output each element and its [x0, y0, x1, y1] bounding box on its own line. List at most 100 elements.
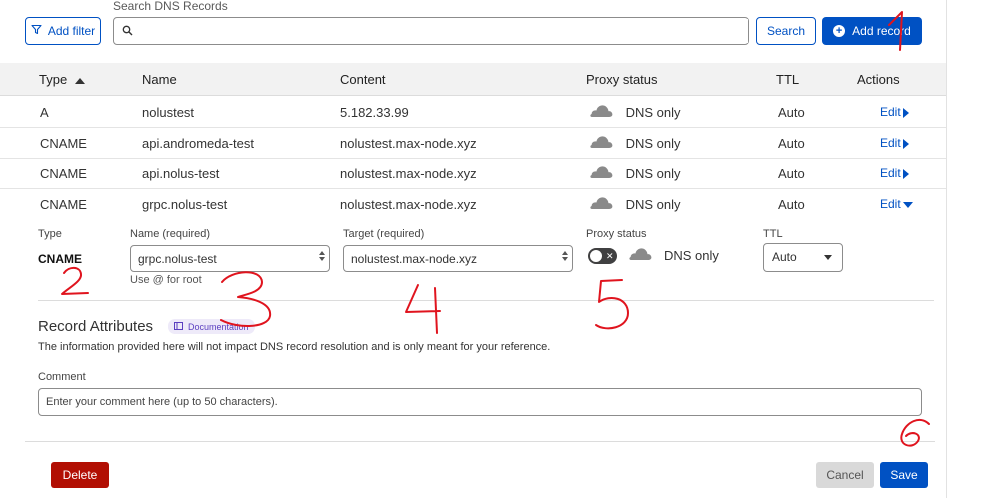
target-field[interactable]: nolustest.max-node.xyz [343, 245, 573, 272]
type-label: Type [38, 228, 62, 240]
row-ttl: Auto [778, 105, 805, 120]
row-content: nolustest.max-node.xyz [340, 136, 477, 151]
ttl-label: TTL [763, 228, 783, 240]
sort-ascending-icon [74, 77, 85, 84]
row-name: api.andromeda-test [142, 136, 255, 151]
annotation-5 [595, 279, 629, 330]
row-ttl: Auto [778, 136, 805, 151]
search-button[interactable]: Search [756, 17, 816, 45]
ttl-value: Auto [772, 250, 797, 264]
header-actions: Actions [857, 72, 900, 87]
row-type: CNAME [40, 197, 87, 212]
proxy-toggle[interactable]: ✕ [588, 248, 617, 264]
target-value: nolustest.max-node.xyz [351, 251, 478, 266]
documentation-label: Documentation [188, 321, 249, 332]
table-header: Type Name Content Proxy status TTL Actio… [0, 63, 946, 96]
target-spinner-icon[interactable] [562, 251, 568, 261]
table-row-expanded[interactable]: CNAME grpc.nolus-test nolustest.max-node… [0, 189, 946, 220]
cloud-icon [627, 247, 653, 264]
edit-label: Edit [880, 166, 901, 180]
toggle-off-icon: ✕ [606, 251, 614, 261]
record-attributes-title: Record Attributes [38, 318, 154, 335]
type-value: CNAME [38, 252, 82, 266]
row-proxy-status: DNS only [588, 97, 681, 128]
search-input[interactable] [141, 19, 748, 43]
add-record-label: Add record [852, 24, 911, 38]
edit-label: Edit [880, 136, 901, 150]
table-row[interactable]: CNAME api.andromeda-test nolustest.max-n… [0, 128, 946, 159]
caret-right-icon [902, 168, 909, 179]
table-row[interactable]: A nolustest 5.182.33.99 DNS only Auto Ed… [0, 97, 946, 128]
row-edit-link[interactable]: Edit [880, 128, 909, 159]
save-button[interactable]: Save [880, 462, 928, 488]
comment-input[interactable] [38, 388, 922, 416]
divider [25, 441, 935, 442]
cancel-button[interactable]: Cancel [816, 462, 874, 488]
caret-right-icon [902, 107, 909, 118]
name-hint: Use @ for root [130, 274, 202, 286]
row-name: grpc.nolus-test [142, 197, 228, 212]
name-label: Name (required) [130, 228, 211, 240]
proxy-status-text: DNS only [625, 197, 681, 212]
ttl-select[interactable]: Auto [763, 243, 843, 272]
add-filter-label: Add filter [47, 24, 96, 38]
search-icon [122, 24, 133, 39]
edit-label: Edit [880, 197, 901, 211]
header-type[interactable]: Type [39, 63, 85, 96]
table-row[interactable]: CNAME api.nolus-test nolustest.max-node.… [0, 158, 946, 189]
header-content[interactable]: Content [340, 63, 386, 96]
row-edit-link[interactable]: Edit [880, 97, 909, 128]
cloud-icon [588, 98, 614, 129]
row-name: api.nolus-test [142, 166, 220, 181]
header-name[interactable]: Name [142, 63, 177, 96]
divider [38, 300, 934, 301]
row-type: CNAME [40, 166, 87, 181]
row-content: nolustest.max-node.xyz [340, 197, 477, 212]
header-ttl[interactable]: TTL [776, 63, 799, 96]
annotation-4 [405, 284, 441, 334]
proxy-status-label: Proxy status [586, 228, 647, 240]
comment-label: Comment [38, 371, 86, 383]
add-record-button[interactable]: + Add record [822, 17, 922, 45]
name-spinner-icon[interactable] [319, 251, 325, 261]
search-label: Search DNS Records [113, 0, 228, 13]
row-ttl: Auto [778, 166, 805, 181]
add-filter-button[interactable]: Add filter [25, 17, 101, 45]
proxy-status-text: DNS only [625, 136, 681, 151]
row-proxy-status: DNS only [588, 189, 681, 220]
annotation-2 [61, 266, 89, 295]
proxy-status-text: DNS only [625, 166, 681, 181]
plus-circle-icon: + [833, 25, 846, 37]
cloud-icon [588, 190, 614, 221]
name-field[interactable]: grpc.nolus-test [130, 245, 330, 272]
chevron-down-icon [824, 255, 832, 260]
search-field[interactable] [113, 17, 749, 45]
caret-right-icon [902, 138, 909, 149]
cloud-icon [588, 159, 614, 190]
row-ttl: Auto [778, 197, 805, 212]
name-value: grpc.nolus-test [138, 251, 217, 266]
book-icon [174, 321, 183, 332]
documentation-link[interactable]: Documentation [168, 319, 255, 334]
header-type-label: Type [39, 72, 68, 87]
row-content: nolustest.max-node.xyz [340, 166, 477, 181]
delete-button[interactable]: Delete [51, 462, 109, 488]
cloud-icon [588, 129, 614, 160]
proxy-status-value: DNS only [664, 248, 719, 263]
row-proxy-status: DNS only [588, 128, 681, 159]
target-label: Target (required) [343, 228, 425, 240]
row-name: nolustest [142, 105, 195, 120]
row-type: A [40, 105, 49, 120]
toggle-knob [590, 250, 602, 262]
header-proxy-status[interactable]: Proxy status [586, 63, 658, 96]
filter-icon [31, 24, 42, 38]
caret-down-icon [902, 201, 913, 208]
row-type: CNAME [40, 136, 87, 151]
edit-label: Edit [880, 105, 901, 119]
proxy-status-text: DNS only [625, 105, 681, 120]
row-edit-link[interactable]: Edit [880, 158, 909, 189]
record-attributes-description: The information provided here will not i… [38, 341, 551, 353]
row-edit-link[interactable]: Edit [880, 189, 913, 220]
row-proxy-status: DNS only [588, 158, 681, 189]
row-content: 5.182.33.99 [340, 105, 409, 120]
